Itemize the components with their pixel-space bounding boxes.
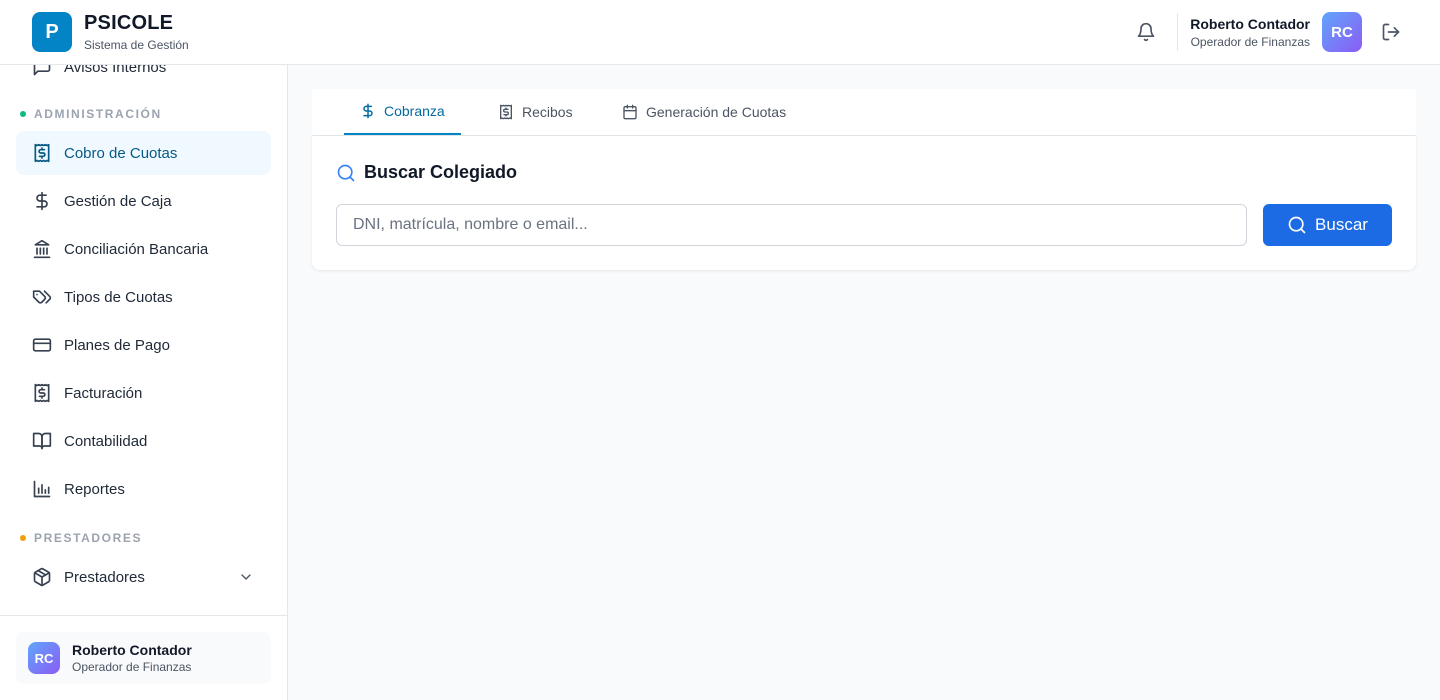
section-prestadores: PRESTADORES	[20, 531, 142, 545]
header-user-info: Roberto Contador Operador de Finanzas	[1190, 15, 1310, 50]
search-icon	[336, 163, 356, 183]
bank-icon	[32, 239, 52, 259]
tab-cobranza[interactable]: Cobranza	[344, 89, 461, 135]
message-icon	[32, 65, 52, 77]
sidebar-user-info: Roberto Contador Operador de Finanzas	[72, 641, 192, 675]
section-dot	[20, 111, 26, 117]
sidebar-item-label: Tipos de Cuotas	[64, 288, 173, 306]
receipt-dollar-icon	[32, 143, 52, 163]
sidebar-item-label: Avisos Internos	[64, 65, 167, 76]
sidebar-item-reportes[interactable]: Reportes	[16, 467, 271, 511]
sidebar-item-label: Gestión de Caja	[64, 192, 172, 210]
sidebar: Avisos Internos ADMINISTRACIÓN Cobro de …	[0, 65, 288, 700]
sidebar-item-planes-de-pago[interactable]: Planes de Pago	[16, 323, 271, 367]
tab-label: Cobranza	[384, 103, 445, 119]
header-user-role: Operador de Finanzas	[1190, 34, 1310, 49]
bar-chart-icon	[32, 479, 52, 499]
search-card-title: Buscar Colegiado	[336, 162, 517, 183]
sidebar-item-contabilidad[interactable]: Contabilidad	[16, 419, 271, 463]
section-administracion: ADMINISTRACIÓN	[20, 107, 162, 121]
sidebar-item-label: Facturación	[64, 384, 143, 402]
search-button[interactable]: Buscar	[1263, 204, 1392, 246]
search-button-label: Buscar	[1315, 215, 1368, 234]
app-name: PSICOLE	[84, 12, 174, 34]
tab-label: Recibos	[522, 104, 573, 120]
sidebar-footer: RC Roberto Contador Operador de Finanzas	[0, 615, 287, 700]
top-header: P PSICOLE Sistema de Gestión Roberto Con…	[0, 0, 1440, 65]
section-label: PRESTADORES	[34, 531, 143, 545]
sidebar-item-label: Contabilidad	[64, 432, 148, 450]
dollar-icon	[360, 103, 376, 119]
sidebar-item-gestion-de-caja[interactable]: Gestión de Caja	[16, 179, 271, 223]
book-icon	[32, 431, 52, 451]
sidebar-item-avisos-internos[interactable]: Avisos Internos	[16, 65, 271, 79]
avatar[interactable]: RC	[1322, 12, 1362, 52]
package-icon	[32, 567, 52, 587]
header-user-name: Roberto Contador	[1190, 15, 1310, 32]
sidebar-item-conciliacion-bancaria[interactable]: Conciliación Bancaria	[16, 227, 271, 271]
tags-icon	[32, 287, 52, 307]
sidebar-item-tipos-de-cuotas[interactable]: Tipos de Cuotas	[16, 275, 271, 319]
chevron-down-icon[interactable]	[237, 568, 255, 586]
sidebar-item-prestadores[interactable]: Prestadores	[16, 555, 271, 599]
sidebar-user-name: Roberto Contador	[72, 642, 192, 658]
search-card: Buscar Colegiado Buscar	[312, 136, 1416, 270]
sidebar-item-label: Reportes	[64, 480, 125, 498]
tab-generacion-de-cuotas[interactable]: Generación de Cuotas	[622, 89, 786, 135]
brand-text: PSICOLE Sistema de Gestión	[84, 11, 189, 53]
search-icon	[1287, 215, 1307, 235]
sidebar-user-role: Operador de Finanzas	[72, 660, 192, 674]
section-label: ADMINISTRACIÓN	[34, 107, 162, 121]
app-subtitle: Sistema de Gestión	[84, 38, 189, 52]
bell-icon[interactable]	[1135, 21, 1157, 43]
card-title-text: Buscar Colegiado	[364, 162, 518, 182]
brand[interactable]: P PSICOLE Sistema de Gestión	[32, 11, 189, 53]
section-dot	[20, 535, 26, 541]
sidebar-item-label: Conciliación Bancaria	[64, 240, 209, 258]
tab-label: Generación de Cuotas	[646, 104, 787, 120]
app-logo: P	[32, 12, 72, 52]
sidebar-item-cobro-de-cuotas[interactable]: Cobro de Cuotas	[16, 131, 271, 175]
sidebar-item-facturacion[interactable]: Facturación	[16, 371, 271, 415]
sidebar-item-label: Prestadores	[64, 568, 145, 586]
tabs-bar: Cobranza Recibos Generación de Cuotas	[312, 89, 1416, 136]
calendar-icon	[622, 104, 638, 120]
sidebar-item-label: Cobro de Cuotas	[64, 144, 178, 162]
dollar-icon	[32, 191, 52, 211]
header-actions: Roberto Contador Operador de Finanzas RC	[1135, 0, 1402, 64]
avatar: RC	[28, 642, 60, 674]
header-divider	[1177, 13, 1179, 51]
search-input[interactable]	[336, 204, 1247, 246]
sidebar-user-card[interactable]: RC Roberto Contador Operador de Finanzas	[16, 632, 271, 684]
receipt-icon	[498, 104, 514, 120]
logout-icon[interactable]	[1380, 21, 1402, 43]
sidebar-item-label: Planes de Pago	[64, 336, 170, 354]
credit-card-icon	[32, 335, 52, 355]
tab-recibos[interactable]: Recibos	[498, 89, 573, 135]
receipt-icon	[32, 383, 52, 403]
